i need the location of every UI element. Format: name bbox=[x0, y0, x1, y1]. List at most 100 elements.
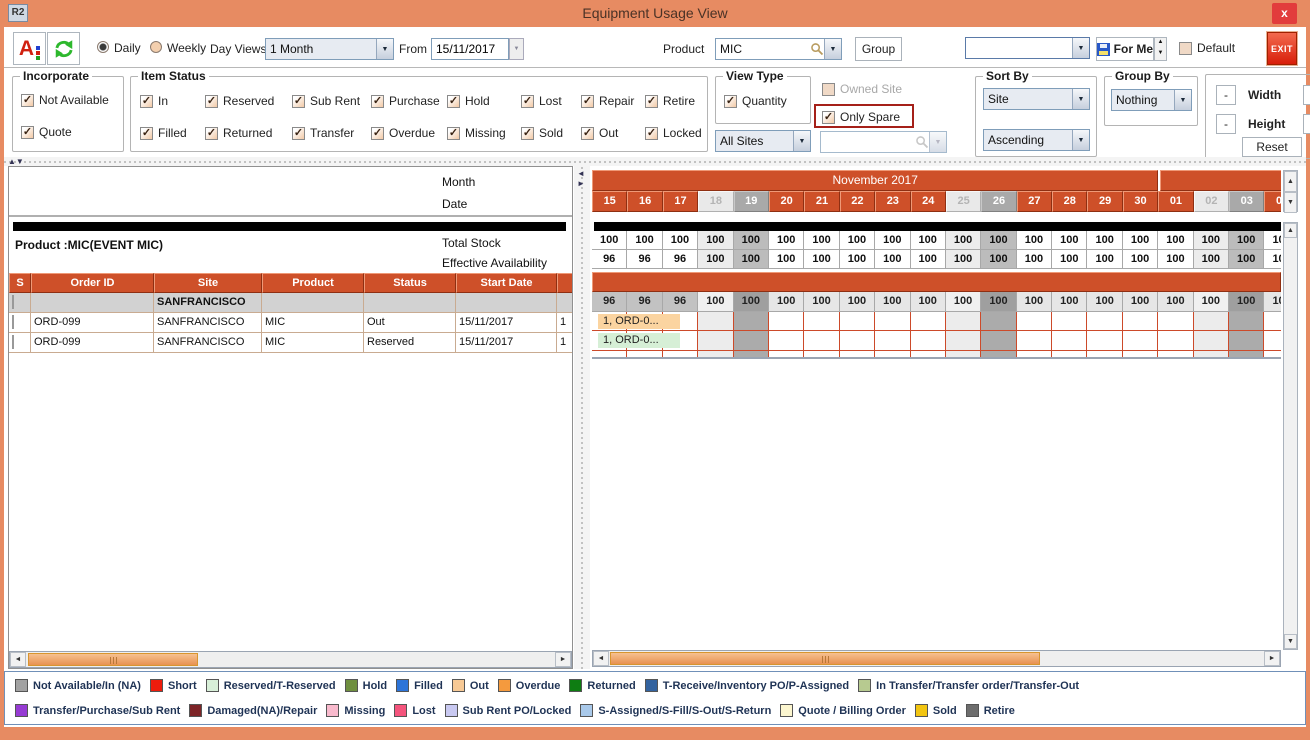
reset-button[interactable]: Reset bbox=[1242, 137, 1302, 157]
all-sites-select[interactable]: All Sites ▼ bbox=[715, 130, 811, 152]
order-row[interactable]: ORD-099SANFRANCISCOMICOut15/11/20171 bbox=[9, 313, 573, 333]
for-me-button[interactable]: For Me bbox=[1096, 37, 1154, 61]
width-plus-button-clipped[interactable] bbox=[1303, 85, 1310, 105]
title-bar: R2 Equipment Usage View x bbox=[0, 0, 1310, 27]
splitter-right-icon[interactable]: ► bbox=[577, 179, 585, 188]
column-header[interactable]: Order ID bbox=[31, 273, 154, 293]
status-checkbox[interactable]: ✓ bbox=[205, 127, 218, 140]
height-minus-button[interactable]: - bbox=[1216, 114, 1236, 134]
saved-view-combo[interactable]: ▼ bbox=[965, 37, 1090, 59]
right-horizontal-scrollbar[interactable]: ◄ ► bbox=[592, 650, 1281, 667]
quantity-checkbox[interactable]: ✓ bbox=[724, 95, 737, 108]
chevron-down-icon[interactable]: ▼ bbox=[1174, 90, 1191, 110]
group-button[interactable]: Group bbox=[855, 37, 902, 61]
product-label: Product bbox=[663, 42, 704, 56]
column-header[interactable]: Status bbox=[364, 273, 456, 293]
status-checkbox[interactable]: ✓ bbox=[645, 127, 658, 140]
legend-swatch bbox=[915, 704, 928, 717]
daily-radio[interactable] bbox=[97, 41, 109, 53]
scroll-left-icon[interactable]: ◄ bbox=[10, 652, 26, 667]
grid-cell bbox=[698, 331, 733, 351]
exit-button[interactable]: EXIT bbox=[1267, 32, 1297, 65]
default-checkbox[interactable] bbox=[1179, 42, 1192, 55]
scroll-down-icon[interactable]: ▼ bbox=[1284, 634, 1297, 649]
status-checkbox[interactable]: ✓ bbox=[371, 95, 384, 108]
chevron-down-icon[interactable]: ▼ bbox=[1072, 89, 1089, 109]
status-checkbox[interactable]: ✓ bbox=[581, 127, 594, 140]
scroll-up-icon[interactable]: ▲ bbox=[1284, 223, 1297, 238]
cell-end_clip: 1 bbox=[557, 313, 573, 333]
status-checkbox[interactable]: ✓ bbox=[205, 95, 218, 108]
weekly-radio[interactable] bbox=[150, 41, 162, 53]
status-checkbox[interactable]: ✓ bbox=[447, 95, 460, 108]
status-checkbox[interactable]: ✓ bbox=[447, 127, 460, 140]
status-checkbox[interactable]: ✓ bbox=[521, 95, 534, 108]
quote-checkbox[interactable]: ✓ bbox=[21, 126, 34, 139]
row-checkbox[interactable] bbox=[12, 295, 14, 309]
order-bar-chip[interactable]: 1, ORD-0... bbox=[598, 314, 680, 329]
chevron-down-icon[interactable]: ▼ bbox=[1072, 130, 1089, 150]
scroll-right-icon[interactable]: ► bbox=[555, 652, 571, 667]
column-header[interactable]: Product bbox=[262, 273, 364, 293]
width-minus-button[interactable]: - bbox=[1216, 85, 1236, 105]
refresh-button[interactable] bbox=[47, 32, 80, 65]
font-settings-button[interactable]: A bbox=[13, 32, 46, 65]
status-checkbox[interactable]: ✓ bbox=[371, 127, 384, 140]
vertical-splitter[interactable]: ◄ ► bbox=[574, 166, 590, 669]
status-checkbox[interactable]: ✓ bbox=[521, 127, 534, 140]
order-bar-row[interactable]: 1, ORD-0... bbox=[592, 331, 1281, 351]
equipment-usage-window: R2 Equipment Usage View x A Daily Weekly bbox=[0, 0, 1310, 740]
header-spinner[interactable]: ▲ ▼ bbox=[1283, 170, 1298, 212]
not-available-checkbox[interactable]: ✓ bbox=[21, 94, 34, 107]
right-vertical-scrollbar[interactable]: ▲ ▼ bbox=[1283, 222, 1298, 650]
scrollbar-thumb[interactable] bbox=[28, 653, 198, 666]
status-reserved-row: ✓Reserved bbox=[205, 94, 274, 108]
sort-field-select[interactable]: Site ▼ bbox=[983, 88, 1090, 110]
search-icon[interactable] bbox=[810, 42, 824, 56]
for-me-spinner[interactable]: ▲▼ bbox=[1154, 37, 1167, 61]
from-date-input[interactable] bbox=[431, 38, 509, 60]
sort-direction-select[interactable]: Ascending ▼ bbox=[983, 129, 1090, 151]
left-horizontal-scrollbar[interactable]: ◄ ► bbox=[9, 651, 572, 668]
column-header[interactable]: Start Date bbox=[456, 273, 557, 293]
group-by-select[interactable]: Nothing ▼ bbox=[1111, 89, 1192, 111]
scroll-right-icon[interactable]: ► bbox=[1264, 651, 1280, 666]
status-checkbox[interactable]: ✓ bbox=[292, 127, 305, 140]
status-checkbox[interactable]: ✓ bbox=[140, 127, 153, 140]
scroll-up-icon[interactable]: ▲ bbox=[1284, 171, 1297, 192]
chevron-down-icon[interactable]: ▼ bbox=[376, 39, 393, 59]
status-out-row: ✓Out bbox=[581, 126, 618, 140]
horizontal-splitter[interactable]: ▲▼ bbox=[4, 157, 1306, 166]
scroll-left-icon[interactable]: ◄ bbox=[593, 651, 609, 666]
chevron-down-icon[interactable]: ▼ bbox=[793, 131, 810, 151]
splitter-left-icon[interactable]: ◄ bbox=[577, 169, 585, 178]
status-checkbox[interactable]: ✓ bbox=[581, 95, 594, 108]
status-checkbox[interactable]: ✓ bbox=[292, 95, 305, 108]
cell-end_clip: 1 bbox=[557, 333, 573, 353]
from-date-dropdown[interactable]: ▼ bbox=[509, 38, 524, 60]
splitter-up-icon[interactable]: ▲▼ bbox=[8, 157, 24, 166]
status-checkbox[interactable]: ✓ bbox=[140, 95, 153, 108]
scrollbar-thumb[interactable] bbox=[610, 652, 1040, 665]
chevron-down-icon[interactable]: ▼ bbox=[1072, 38, 1089, 58]
site-group-values-row-cell: 100 bbox=[946, 292, 981, 312]
site-group-row[interactable]: SANFRANCISCO bbox=[9, 293, 573, 313]
only-spare-checkbox[interactable]: ✓ bbox=[822, 111, 835, 124]
status-checkbox[interactable]: ✓ bbox=[645, 95, 658, 108]
close-button[interactable]: x bbox=[1272, 3, 1297, 24]
legend-item: Damaged(NA)/Repair bbox=[189, 704, 317, 717]
day-views-select[interactable]: 1 Month ▼ bbox=[265, 38, 394, 60]
column-header[interactable]: S bbox=[9, 273, 31, 293]
row-checkbox[interactable] bbox=[12, 335, 14, 349]
product-combo[interactable]: MIC ▼ bbox=[715, 38, 842, 60]
scroll-down-icon[interactable]: ▼ bbox=[1284, 192, 1297, 213]
grid-cell bbox=[1052, 331, 1087, 351]
order-bar-chip[interactable]: 1, ORD-0... bbox=[598, 333, 680, 348]
column-header[interactable]: Site bbox=[154, 273, 262, 293]
order-row[interactable]: ORD-099SANFRANCISCOMICReserved15/11/2017… bbox=[9, 333, 573, 353]
chevron-down-icon[interactable]: ▼ bbox=[824, 39, 841, 59]
orders-grid-panel: Month Date Product :MIC(EVENT MIC) Total… bbox=[8, 166, 573, 669]
row-checkbox[interactable] bbox=[12, 315, 14, 329]
height-plus-button-clipped[interactable] bbox=[1303, 114, 1310, 134]
order-bar-row[interactable]: 1, ORD-0... bbox=[592, 312, 1281, 331]
